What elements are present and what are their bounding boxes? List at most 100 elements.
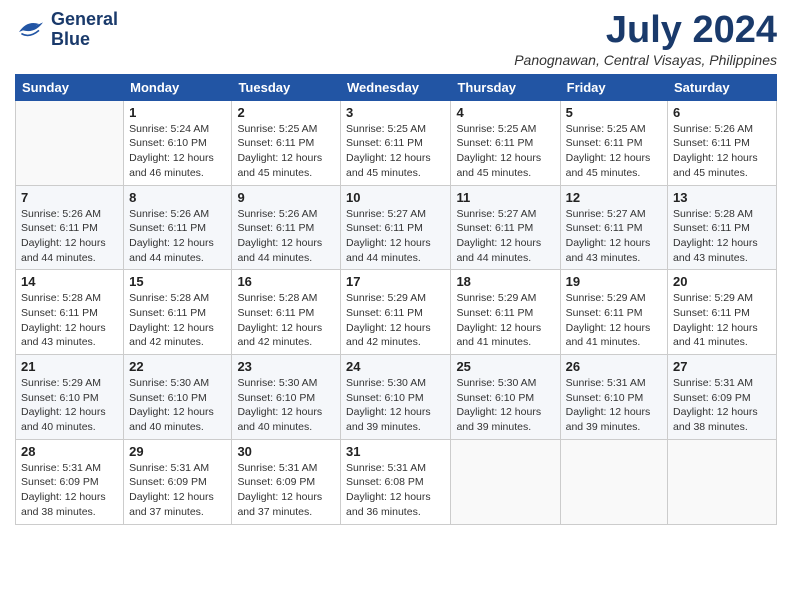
- day-number: 10: [346, 190, 445, 205]
- day-number: 28: [21, 444, 118, 459]
- calendar-cell: 20 Sunrise: 5:29 AMSunset: 6:11 PMDayligh…: [668, 270, 777, 355]
- calendar-week-row: 14 Sunrise: 5:28 AMSunset: 6:11 PMDayligh…: [16, 270, 777, 355]
- location-text: Panognawan, Central Visayas, Philippines: [514, 52, 777, 68]
- calendar-cell: 12 Sunrise: 5:27 AMSunset: 6:11 PMDayligh…: [560, 185, 667, 270]
- cell-info: Sunrise: 5:30 AMSunset: 6:10 PMDaylight:…: [456, 376, 554, 435]
- day-number: 1: [129, 105, 226, 120]
- calendar-cell: 5 Sunrise: 5:25 AMSunset: 6:11 PMDaylight…: [560, 100, 667, 185]
- cell-info: Sunrise: 5:25 AMSunset: 6:11 PMDaylight:…: [456, 122, 554, 181]
- calendar-cell: 9Sunrise: 5:26 AMSunset: 6:11 PMDaylight…: [232, 185, 341, 270]
- day-number: 20: [673, 274, 771, 289]
- day-number: 16: [237, 274, 335, 289]
- weekday-header-sunday: Sunday: [16, 74, 124, 100]
- day-number: 23: [237, 359, 335, 374]
- calendar-cell: 4 Sunrise: 5:25 AMSunset: 6:11 PMDaylight…: [451, 100, 560, 185]
- cell-info: Sunrise: 5:30 AMSunset: 6:10 PMDaylight:…: [237, 376, 335, 435]
- calendar-cell: [668, 439, 777, 524]
- day-number: 2: [237, 105, 335, 120]
- cell-info: Sunrise: 5:28 AMSunset: 6:11 PMDaylight:…: [129, 291, 226, 350]
- cell-info: Sunrise: 5:31 AMSunset: 6:09 PMDaylight:…: [673, 376, 771, 435]
- day-number: 14: [21, 274, 118, 289]
- cell-info: Sunrise: 5:28 AMSunset: 6:11 PMDaylight:…: [237, 291, 335, 350]
- day-number: 22: [129, 359, 226, 374]
- calendar-week-row: 1 Sunrise: 5:24 AMSunset: 6:10 PMDaylight…: [16, 100, 777, 185]
- cell-info: Sunrise: 5:27 AMSunset: 6:11 PMDaylight:…: [566, 207, 662, 266]
- weekday-header-tuesday: Tuesday: [232, 74, 341, 100]
- cell-info: Sunrise: 5:25 AMSunset: 6:11 PMDaylight:…: [237, 122, 335, 181]
- day-number: 7: [21, 190, 118, 205]
- day-number: 8: [129, 190, 226, 205]
- day-number: 3: [346, 105, 445, 120]
- day-number: 18: [456, 274, 554, 289]
- title-block: July 2024 Panognawan, Central Visayas, P…: [514, 10, 777, 68]
- cell-info: Sunrise: 5:25 AMSunset: 6:11 PMDaylight:…: [566, 122, 662, 181]
- calendar-cell: 27 Sunrise: 5:31 AMSunset: 6:09 PMDayligh…: [668, 355, 777, 440]
- calendar-cell: 17 Sunrise: 5:29 AMSunset: 6:11 PMDayligh…: [341, 270, 451, 355]
- cell-info: Sunrise: 5:29 AMSunset: 6:11 PMDaylight:…: [673, 291, 771, 350]
- calendar-cell: 7 Sunrise: 5:26 AMSunset: 6:11 PMDaylight…: [16, 185, 124, 270]
- cell-info: Sunrise: 5:30 AMSunset: 6:10 PMDaylight:…: [129, 376, 226, 435]
- cell-info: Sunrise: 5:31 AMSunset: 6:09 PMDaylight:…: [237, 461, 335, 520]
- calendar-cell: 8 Sunrise: 5:26 AMSunset: 6:11 PMDaylight…: [124, 185, 232, 270]
- cell-info: Sunrise: 5:28 AMSunset: 6:11 PMDaylight:…: [21, 291, 118, 350]
- calendar-cell: 22 Sunrise: 5:30 AMSunset: 6:10 PMDayligh…: [124, 355, 232, 440]
- calendar-cell: 30 Sunrise: 5:31 AMSunset: 6:09 PMDayligh…: [232, 439, 341, 524]
- cell-info: Sunrise: 5:26 AMSunset: 6:11 PMDaylight:…: [129, 207, 226, 266]
- day-number: 19: [566, 274, 662, 289]
- weekday-header-wednesday: Wednesday: [341, 74, 451, 100]
- day-number: 31: [346, 444, 445, 459]
- cell-info: Sunrise: 5:24 AMSunset: 6:10 PMDaylight:…: [129, 122, 226, 181]
- day-number: 5: [566, 105, 662, 120]
- calendar-cell: 29 Sunrise: 5:31 AMSunset: 6:09 PMDayligh…: [124, 439, 232, 524]
- cell-info: Sunrise: 5:26 AMSunset: 6:11 PMDaylight:…: [673, 122, 771, 181]
- calendar-cell: 21 Sunrise: 5:29 AMSunset: 6:10 PMDayligh…: [16, 355, 124, 440]
- calendar-cell: 1 Sunrise: 5:24 AMSunset: 6:10 PMDaylight…: [124, 100, 232, 185]
- weekday-header-thursday: Thursday: [451, 74, 560, 100]
- calendar-cell: 13Sunrise: 5:28 AMSunset: 6:11 PMDayligh…: [668, 185, 777, 270]
- day-number: 4: [456, 105, 554, 120]
- calendar-cell: 14 Sunrise: 5:28 AMSunset: 6:11 PMDayligh…: [16, 270, 124, 355]
- calendar-cell: 25 Sunrise: 5:30 AMSunset: 6:10 PMDayligh…: [451, 355, 560, 440]
- cell-info: Sunrise: 5:26 AMSunset: 6:11 PMDaylight:…: [21, 207, 118, 266]
- cell-info: Sunrise: 5:29 AMSunset: 6:11 PMDaylight:…: [566, 291, 662, 350]
- calendar-cell: 16 Sunrise: 5:28 AMSunset: 6:11 PMDayligh…: [232, 270, 341, 355]
- calendar-cell: 18Sunrise: 5:29 AMSunset: 6:11 PMDayligh…: [451, 270, 560, 355]
- calendar-cell: 24Sunrise: 5:30 AMSunset: 6:10 PMDayligh…: [341, 355, 451, 440]
- calendar-cell: 31Sunrise: 5:31 AMSunset: 6:08 PMDayligh…: [341, 439, 451, 524]
- calendar-cell: 23 Sunrise: 5:30 AMSunset: 6:10 PMDayligh…: [232, 355, 341, 440]
- page-header: General Blue July 2024 Panognawan, Centr…: [15, 10, 777, 68]
- day-number: 13: [673, 190, 771, 205]
- day-number: 17: [346, 274, 445, 289]
- cell-info: Sunrise: 5:27 AMSunset: 6:11 PMDaylight:…: [346, 207, 445, 266]
- logo-text: General Blue: [51, 10, 118, 50]
- cell-info: Sunrise: 5:29 AMSunset: 6:10 PMDaylight:…: [21, 376, 118, 435]
- cell-info: Sunrise: 5:25 AMSunset: 6:11 PMDaylight:…: [346, 122, 445, 181]
- cell-info: Sunrise: 5:31 AMSunset: 6:09 PMDaylight:…: [21, 461, 118, 520]
- day-number: 25: [456, 359, 554, 374]
- day-number: 26: [566, 359, 662, 374]
- cell-info: Sunrise: 5:31 AMSunset: 6:09 PMDaylight:…: [129, 461, 226, 520]
- calendar-cell: 3 Sunrise: 5:25 AMSunset: 6:11 PMDaylight…: [341, 100, 451, 185]
- calendar-cell: [16, 100, 124, 185]
- day-number: 6: [673, 105, 771, 120]
- cell-info: Sunrise: 5:29 AMSunset: 6:11 PMDaylight:…: [346, 291, 445, 350]
- logo-icon: [15, 16, 47, 44]
- calendar-table: SundayMondayTuesdayWednesdayThursdayFrid…: [15, 74, 777, 525]
- day-number: 21: [21, 359, 118, 374]
- calendar-cell: [560, 439, 667, 524]
- day-number: 27: [673, 359, 771, 374]
- calendar-cell: 6 Sunrise: 5:26 AMSunset: 6:11 PMDaylight…: [668, 100, 777, 185]
- weekday-header-friday: Friday: [560, 74, 667, 100]
- calendar-cell: 19 Sunrise: 5:29 AMSunset: 6:11 PMDayligh…: [560, 270, 667, 355]
- calendar-week-row: 7 Sunrise: 5:26 AMSunset: 6:11 PMDaylight…: [16, 185, 777, 270]
- day-number: 29: [129, 444, 226, 459]
- month-title: July 2024: [514, 10, 777, 52]
- calendar-cell: 26Sunrise: 5:31 AMSunset: 6:10 PMDayligh…: [560, 355, 667, 440]
- cell-info: Sunrise: 5:30 AMSunset: 6:10 PMDaylight:…: [346, 376, 445, 435]
- calendar-week-row: 28 Sunrise: 5:31 AMSunset: 6:09 PMDayligh…: [16, 439, 777, 524]
- weekday-header-row: SundayMondayTuesdayWednesdayThursdayFrid…: [16, 74, 777, 100]
- day-number: 30: [237, 444, 335, 459]
- day-number: 12: [566, 190, 662, 205]
- calendar-cell: 15Sunrise: 5:28 AMSunset: 6:11 PMDayligh…: [124, 270, 232, 355]
- weekday-header-monday: Monday: [124, 74, 232, 100]
